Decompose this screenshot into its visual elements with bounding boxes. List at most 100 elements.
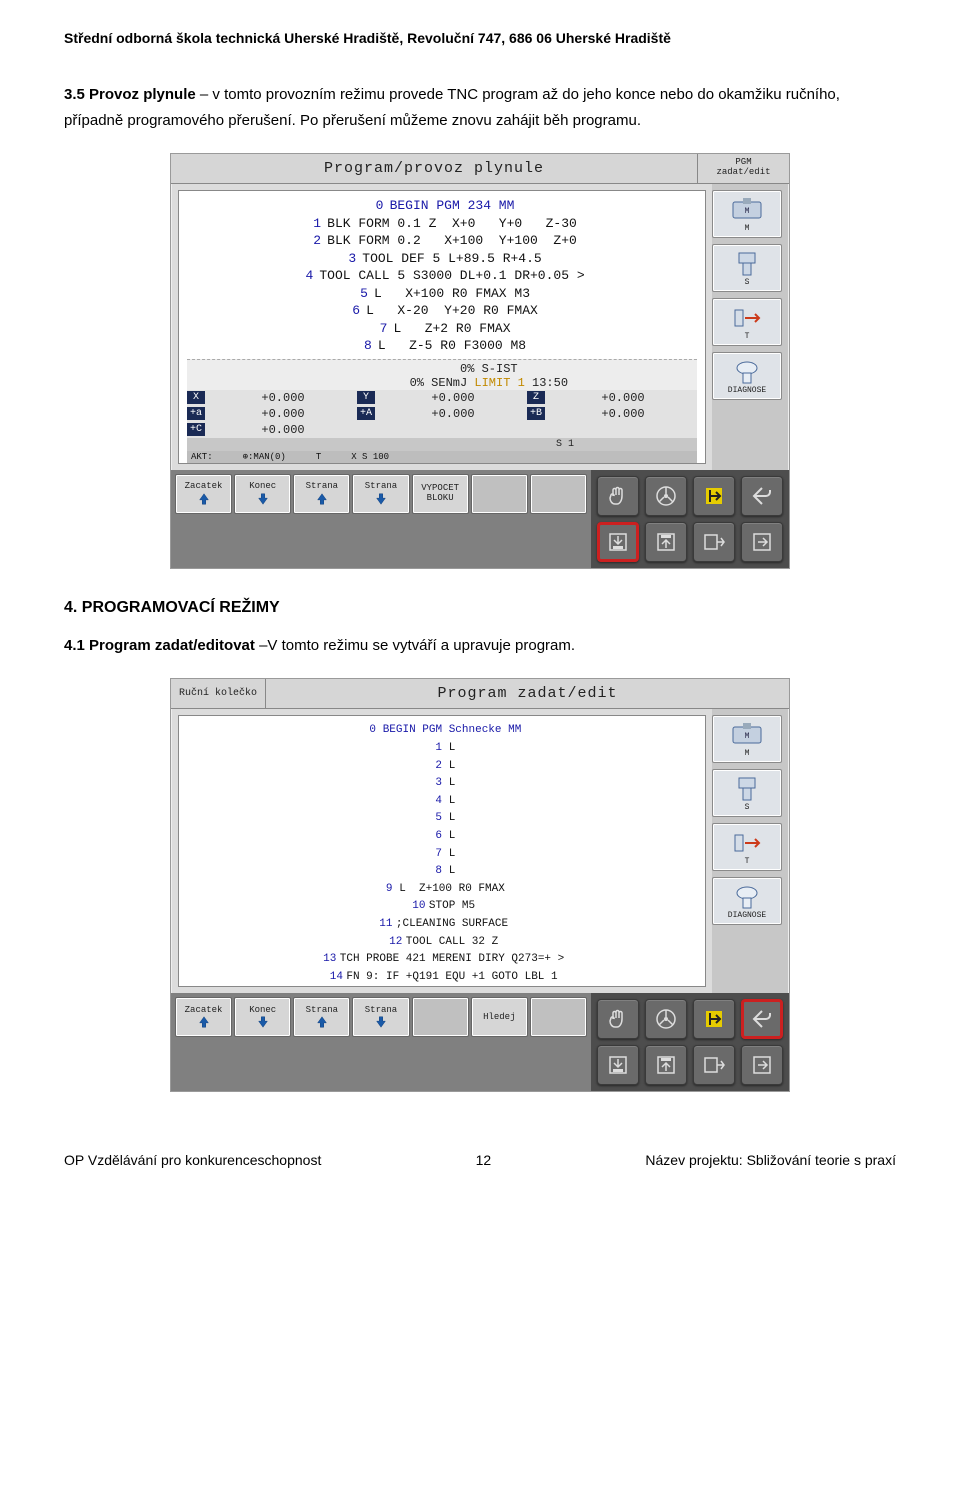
- coord-value: +0.000: [209, 407, 357, 421]
- program-line: 6L: [187, 828, 697, 846]
- footer-left: OP Vzdělávání pro konkurenceschopnost: [64, 1152, 321, 1168]
- coord-value: +0.000: [209, 391, 357, 405]
- akt-cell: ⊕:MAN(0): [243, 452, 286, 462]
- coord-label: +a: [187, 407, 205, 420]
- step-icon[interactable]: [693, 476, 735, 516]
- softkey-empty: [471, 474, 528, 514]
- side-button-m[interactable]: MM: [712, 190, 782, 238]
- svg-text:M: M: [745, 732, 750, 741]
- cnc-panel-2: Ruční kolečko Program zadat/edit 0BEGIN …: [170, 678, 790, 1092]
- side-button-label: M: [745, 749, 750, 758]
- program-line: 3L: [187, 775, 697, 793]
- softkey-label: VYPOCET BLOKU: [421, 484, 459, 503]
- program-line: 12TOOL CALL 32 Z: [187, 934, 697, 952]
- side-button-m[interactable]: MM: [712, 715, 782, 763]
- footer-right: Název projektu: Sbližování teorie s prax…: [645, 1152, 896, 1168]
- cnc1-title-right: PGM zadat/edit: [697, 154, 789, 183]
- akt-cell: X S 100: [351, 452, 389, 462]
- program-line: 2BLK FORM 0.2 X+100 Y+100 Z+0: [187, 232, 697, 250]
- softkey-vypocet[interactable]: VYPOCET BLOKU: [412, 474, 469, 514]
- cnc2-program-area: 0BEGIN PGM Schnecke MM1L2L3L4L5L6L7L8L9L…: [178, 715, 706, 987]
- side-button-t[interactable]: T: [712, 823, 782, 871]
- softkey-hledej[interactable]: Hledej: [471, 997, 528, 1037]
- step-icon[interactable]: [693, 999, 735, 1039]
- softkey-empty: [530, 997, 587, 1037]
- cnc1-bottom-bar: Zacatek Konec Strana Strana VYPOCET BLOKU: [171, 470, 789, 568]
- softkey-strana[interactable]: Strana: [352, 997, 409, 1037]
- softkey-label: Strana: [306, 482, 338, 491]
- softkey-zacatek[interactable]: Zacatek: [175, 474, 232, 514]
- coord-label: Z: [527, 391, 545, 404]
- next-icon[interactable]: [741, 522, 783, 562]
- page-number: 12: [476, 1152, 492, 1168]
- coord-value: +0.000: [549, 391, 697, 405]
- program-line: 5L: [187, 810, 697, 828]
- softkey-konec[interactable]: Konec: [234, 997, 291, 1037]
- coord-label: +C: [187, 423, 205, 436]
- para1-heading: 3.5 Provoz plynule: [64, 86, 196, 103]
- figure-zadat-editovat: Ruční kolečko Program zadat/edit 0BEGIN …: [64, 678, 896, 1092]
- cnc2-side-buttons: MM S T DIAGNOSE: [712, 709, 788, 993]
- softkey-label: Konec: [249, 1006, 276, 1015]
- side-button-label: DIAGNOSE: [728, 911, 766, 920]
- disk-in-icon[interactable]: [597, 1045, 639, 1085]
- softkey-label: Hledej: [483, 1013, 515, 1022]
- side-button-s[interactable]: S: [712, 244, 782, 292]
- softkey-strana[interactable]: Strana: [352, 474, 409, 514]
- coord-value: +0.000: [379, 391, 527, 405]
- program-line: 1L: [187, 740, 697, 758]
- akt-cell: T: [316, 452, 321, 462]
- side-button-label: S: [745, 803, 750, 812]
- side-button-label: T: [745, 857, 750, 866]
- softkey-konec[interactable]: Konec: [234, 474, 291, 514]
- disk-out-icon[interactable]: [645, 522, 687, 562]
- cnc2-bottom-bar: Zacatek Konec Strana Strana Hledej: [171, 993, 789, 1091]
- softkey-label: Strana: [365, 482, 397, 491]
- softkey-label: Strana: [306, 1006, 338, 1015]
- para2-body: –V tomto režimu se vytváří a upravuje pr…: [255, 637, 575, 654]
- side-button-diagnose[interactable]: DIAGNOSE: [712, 352, 782, 400]
- hand-icon[interactable]: [597, 999, 639, 1039]
- page-footer: OP Vzdělávání pro konkurenceschopnost 12…: [64, 1152, 896, 1168]
- side-button-s[interactable]: S: [712, 769, 782, 817]
- hand-icon[interactable]: [597, 476, 639, 516]
- side-button-diagnose[interactable]: DIAGNOSE: [712, 877, 782, 925]
- cnc-panel-1: Program/provoz plynule PGM zadat/edit 0B…: [170, 153, 790, 569]
- disk-out-icon[interactable]: [645, 1045, 687, 1085]
- softkey-label: Zacatek: [185, 482, 223, 491]
- program-line: 5L X+100 R0 FMAX M3: [187, 285, 697, 303]
- paragraph-3-5: 3.5 Provoz plynule – v tomto provozním r…: [64, 82, 896, 133]
- disk-in-icon[interactable]: [597, 522, 639, 562]
- program-line: 4TOOL CALL 5 S3000 DL+0.1 DR+0.05 >: [187, 267, 697, 285]
- akt-cell: AKT:: [191, 452, 213, 462]
- coord-label: Y: [357, 391, 375, 404]
- return-icon[interactable]: [741, 476, 783, 516]
- cnc1-status-line1: 0% S-IST: [187, 362, 697, 376]
- program-line: 4L: [187, 793, 697, 811]
- program-line: 0BEGIN PGM 234 MM: [187, 197, 697, 215]
- softkey-strana[interactable]: Strana: [293, 997, 350, 1037]
- side-button-t[interactable]: T: [712, 298, 782, 346]
- program-line: 14FN 9: IF +Q191 EQU +1 GOTO LBL 1: [187, 969, 697, 987]
- cnc1-s-strip: S 1: [187, 438, 697, 451]
- coord-value: +0.000: [549, 407, 697, 421]
- steering-icon[interactable]: [645, 999, 687, 1039]
- softkey-zacatek[interactable]: Zacatek: [175, 997, 232, 1037]
- cnc2-icon-grid: [591, 993, 789, 1091]
- side-button-label: T: [745, 332, 750, 341]
- cnc1-program-area: 0BEGIN PGM 234 MM1BLK FORM 0.1 Z X+0 Y+0…: [178, 190, 706, 464]
- softkey-empty: [412, 997, 469, 1037]
- heading-section-4: 4. PROGRAMOVACÍ REŽIMY: [64, 599, 896, 617]
- return-icon[interactable]: [741, 999, 783, 1039]
- coord-value: +0.000: [379, 407, 527, 421]
- run-icon[interactable]: [693, 1045, 735, 1085]
- steering-icon[interactable]: [645, 476, 687, 516]
- softkey-strana[interactable]: Strana: [293, 474, 350, 514]
- cnc2-titlebar: Ruční kolečko Program zadat/edit: [171, 679, 789, 709]
- paragraph-4-1: 4.1 Program zadat/editovat –V tomto reži…: [64, 633, 896, 659]
- program-line: 11;CLEANING SURFACE: [187, 916, 697, 934]
- next-icon[interactable]: [741, 1045, 783, 1085]
- program-line: 8L: [187, 863, 697, 881]
- run-icon[interactable]: [693, 522, 735, 562]
- program-line: 2L: [187, 758, 697, 776]
